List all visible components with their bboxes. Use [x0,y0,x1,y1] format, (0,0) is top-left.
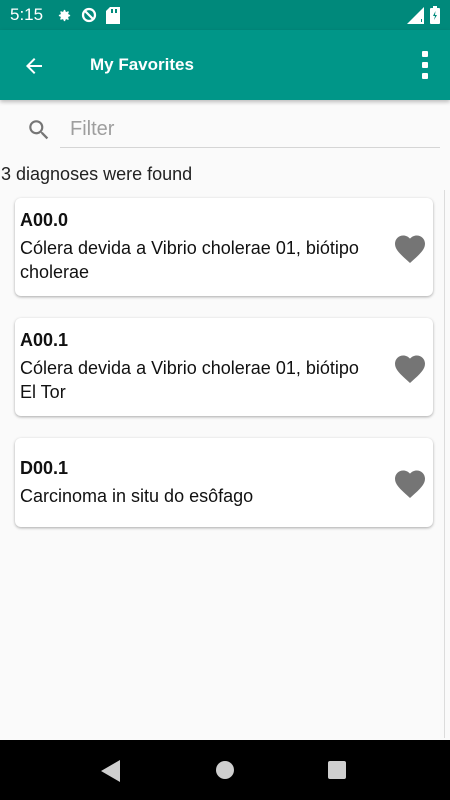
nav-back-icon[interactable] [101,760,121,787]
search-icon [26,117,52,148]
battery-icon [430,6,440,29]
page-title: My Favorites [90,55,194,74]
system-nav-bar [0,740,450,800]
app-bar: My Favorites [0,30,450,100]
favorite-button[interactable] [390,464,430,500]
data-saver-icon [80,6,98,29]
more-vert-icon [422,51,428,57]
filter-input[interactable] [60,112,440,148]
heart-icon [395,470,425,498]
arrow-back-icon [26,58,42,74]
diagnosis-card[interactable]: D00.1 Carcinoma in situ do esôfago [15,438,433,527]
diagnosis-description: Cólera devida a Vibrio cholerae 01, biót… [20,358,359,402]
sd-card-icon [106,6,120,29]
diagnosis-card[interactable]: A00.1 Cólera devida a Vibrio cholerae 01… [15,318,433,416]
diagnosis-code: A00.1 [20,330,69,350]
heart-icon [395,355,425,383]
status-icons-left [57,6,120,29]
result-count: 3 diagnoses were found [1,164,193,184]
signal-icon [407,6,424,29]
status-icons-right [407,6,440,29]
diagnosis-description: Carcinoma in situ do esôfago [20,486,254,506]
nav-recents-icon[interactable] [328,761,346,779]
scrollbar[interactable] [444,190,449,738]
nav-home-icon[interactable] [216,761,234,779]
favorite-button[interactable] [390,349,430,385]
diagnosis-code: A00.0 [20,210,69,230]
overflow-menu-button[interactable] [414,48,436,82]
favorite-button[interactable] [390,229,430,265]
status-time: 5:15 [10,5,44,24]
status-bar: 5:15 [0,0,450,30]
diagnosis-description: Cólera devida a Vibrio cholerae 01, biót… [20,238,359,282]
diagnosis-card[interactable]: A00.0 Cólera devida a Vibrio cholerae 01… [15,198,433,296]
diagnosis-code: D00.1 [20,458,69,478]
settings-icon [57,8,72,28]
filter-row [0,100,450,160]
diagnosis-list[interactable]: A00.0 Cólera devida a Vibrio cholerae 01… [0,188,450,740]
back-button[interactable] [18,50,50,82]
heart-icon [395,235,425,263]
